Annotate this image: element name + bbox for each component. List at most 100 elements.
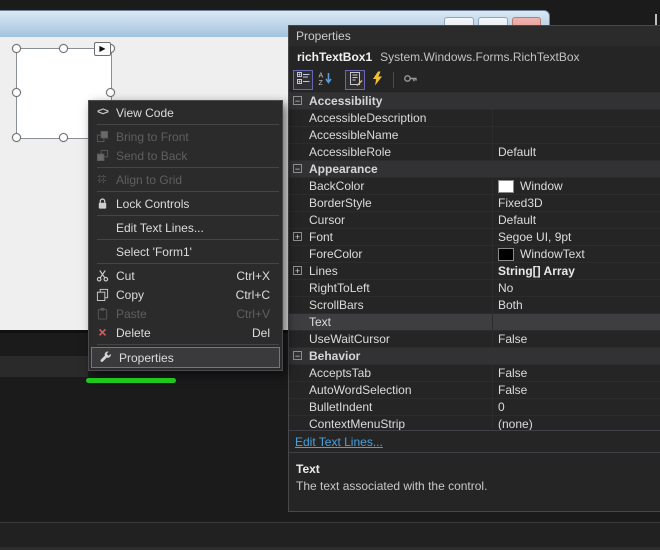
property-row-scrollbars[interactable]: ScrollBars Both xyxy=(289,297,660,314)
property-value[interactable]: Default xyxy=(492,144,660,160)
property-row-lines[interactable]: + Lines String[] Array xyxy=(289,263,660,280)
selection-handle[interactable] xyxy=(106,88,115,97)
property-value-text: Segoe UI, 9pt xyxy=(498,230,572,244)
property-value[interactable]: No xyxy=(492,280,660,296)
property-value[interactable]: Default xyxy=(492,212,660,228)
property-value-text: No xyxy=(498,281,514,295)
align-to-grid-icon xyxy=(89,173,116,186)
menu-separator xyxy=(97,239,279,240)
background-band xyxy=(0,356,88,377)
collapse-toggle[interactable]: − xyxy=(293,164,302,174)
menu-separator xyxy=(97,344,279,345)
property-name: ForeColor xyxy=(309,247,363,261)
menu-item-delete[interactable]: × Delete Del xyxy=(89,323,282,342)
menu-item-send-to-back[interactable]: Send to Back xyxy=(89,146,282,165)
collapse-toggle[interactable]: − xyxy=(293,96,302,106)
category-row-accessibility[interactable]: − Accessibility xyxy=(289,93,660,110)
property-name: AccessibleRole xyxy=(309,145,392,159)
property-value[interactable]: WindowText xyxy=(492,246,660,262)
property-value[interactable] xyxy=(492,127,660,143)
category-row-appearance[interactable]: − Appearance xyxy=(289,161,660,178)
menu-item-copy[interactable]: Copy Ctrl+C xyxy=(89,285,282,304)
menu-item-bring-to-front[interactable]: Bring to Front xyxy=(89,127,282,146)
menu-item-lock-controls[interactable]: Lock Controls xyxy=(89,194,282,213)
property-row-backcolor[interactable]: BackColor Window xyxy=(289,178,660,195)
toolbar-properties-button[interactable] xyxy=(345,70,365,90)
toolbar-alphabetical-button[interactable]: AZ xyxy=(315,70,335,90)
collapse-toggle[interactable]: − xyxy=(293,351,302,361)
menu-item-label: Cut xyxy=(116,268,135,283)
property-name: Appearance xyxy=(309,162,378,176)
selection-handle[interactable] xyxy=(12,133,21,142)
corner-tick xyxy=(655,14,657,25)
property-value[interactable]: (none) xyxy=(492,416,660,430)
property-row-text[interactable]: Text xyxy=(289,314,660,331)
property-value[interactable]: False xyxy=(492,331,660,347)
property-row-accessiblerole[interactable]: AccessibleRole Default xyxy=(289,144,660,161)
menu-item-cut[interactable]: Cut Ctrl+X xyxy=(89,266,282,285)
property-value[interactable]: 0 xyxy=(492,399,660,415)
edit-text-lines-link[interactable]: Edit Text Lines... xyxy=(295,435,383,449)
property-value[interactable]: False xyxy=(492,365,660,381)
menu-item-properties[interactable]: Properties xyxy=(91,347,280,368)
property-row-righttoleft[interactable]: RightToLeft No xyxy=(289,280,660,297)
property-row-cursor[interactable]: Cursor Default xyxy=(289,212,660,229)
expand-toggle[interactable]: + xyxy=(293,232,302,242)
property-row-accessiblename[interactable]: AccessibleName xyxy=(289,127,660,144)
property-value-text: Both xyxy=(498,298,523,312)
description-title: Text xyxy=(296,462,320,476)
property-row-borderstyle[interactable]: BorderStyle Fixed3D xyxy=(289,195,660,212)
menu-item-align-to-grid[interactable]: Align to Grid xyxy=(89,170,282,189)
selection-handle[interactable] xyxy=(12,44,21,53)
property-row-acceptstab[interactable]: AcceptsTab False xyxy=(289,365,660,382)
bottom-band xyxy=(0,523,660,547)
properties-panel-title[interactable]: Properties xyxy=(289,26,660,46)
property-row-autowordselection[interactable]: AutoWordSelection False xyxy=(289,382,660,399)
menu-item-paste[interactable]: Paste Ctrl+V xyxy=(89,304,282,323)
screen: ▶ <> View Code Bring to Front Send to Back A… xyxy=(0,0,660,550)
menu-item-view-code[interactable]: <> View Code xyxy=(89,103,282,122)
property-value[interactable]: String[] Array xyxy=(492,263,660,279)
property-row-accessibledescription[interactable]: AccessibleDescription xyxy=(289,110,660,127)
property-row-contextmenustrip[interactable]: ContextMenuStrip (none) xyxy=(289,416,660,430)
svg-text:A: A xyxy=(318,73,323,80)
property-name: Accessibility xyxy=(309,94,383,108)
context-menu: <> View Code Bring to Front Send to Back Ali… xyxy=(88,100,283,371)
property-value[interactable]: Both xyxy=(492,297,660,313)
menu-item-label: Paste xyxy=(116,306,147,321)
menu-item-label: Lock Controls xyxy=(116,196,190,211)
toolbar-events-button[interactable] xyxy=(367,70,387,90)
category-row-behavior[interactable]: − Behavior xyxy=(289,348,660,365)
property-value[interactable]: Fixed3D xyxy=(492,195,660,211)
lock-icon xyxy=(89,197,116,210)
toolbar-separator xyxy=(393,72,394,88)
toolbar-property-pages-button[interactable] xyxy=(400,70,420,90)
property-value[interactable] xyxy=(492,110,660,126)
property-row-bulletindent[interactable]: BulletIndent 0 xyxy=(289,399,660,416)
object-selector[interactable]: richTextBox1 System.Windows.Forms.RichTex… xyxy=(289,46,660,68)
expand-toggle[interactable]: + xyxy=(293,266,302,276)
menu-item-label: Send to Back xyxy=(116,148,188,163)
property-value[interactable]: Segoe UI, 9pt xyxy=(492,229,660,245)
property-row-forecolor[interactable]: ForeColor WindowText xyxy=(289,246,660,263)
smart-tag-button[interactable]: ▶ xyxy=(94,42,111,56)
property-value[interactable]: False xyxy=(492,382,660,398)
toolbar-categorized-button[interactable] xyxy=(293,70,313,90)
property-value-text: False xyxy=(498,383,528,397)
menu-item-shortcut: Del xyxy=(251,325,270,340)
menu-separator xyxy=(97,167,279,168)
selection-handle[interactable] xyxy=(12,88,21,97)
description-text: The text associated with the control. xyxy=(296,479,488,493)
delete-icon: × xyxy=(98,324,107,340)
property-value[interactable]: Window xyxy=(492,178,660,194)
property-row-font[interactable]: + Font Segoe UI, 9pt xyxy=(289,229,660,246)
selection-handle[interactable] xyxy=(59,44,68,53)
property-value[interactable] xyxy=(492,314,660,330)
svg-text:Z: Z xyxy=(318,80,323,86)
property-row-usewaitcursor[interactable]: UseWaitCursor False xyxy=(289,331,660,348)
menu-item-edit-text-lines[interactable]: Edit Text Lines... xyxy=(89,218,282,237)
selection-handle[interactable] xyxy=(59,133,68,142)
menu-item-select-form1[interactable]: Select 'Form1' xyxy=(89,242,282,261)
menu-item-shortcut: Ctrl+X xyxy=(236,268,270,283)
property-name: AcceptsTab xyxy=(309,366,372,380)
